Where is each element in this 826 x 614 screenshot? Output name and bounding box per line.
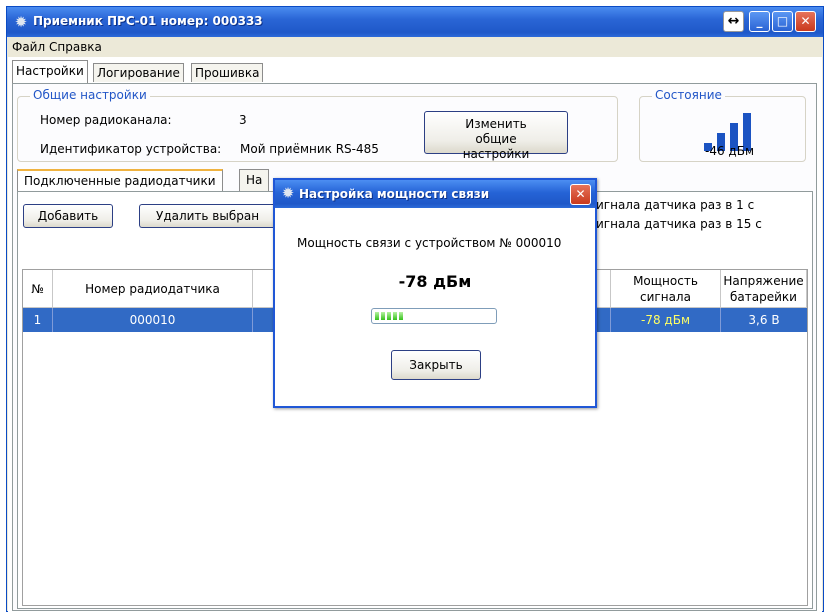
tab-connected-sensors[interactable]: Подключенные радиодатчики (17, 169, 223, 191)
tab-sensor-settings[interactable]: На (239, 169, 270, 191)
menu-help[interactable]: Справка (49, 40, 102, 54)
dialog-close-icon[interactable]: ✕ (570, 184, 591, 205)
power-progress-bar (371, 308, 497, 324)
window-title: Приемник ПРС-01 номер: 000333 (33, 14, 263, 28)
column-header-no[interactable]: № (23, 270, 53, 308)
tab-firmware[interactable]: Прошивка (191, 63, 264, 82)
gear-icon: ✹ (281, 184, 295, 202)
signal-value: -46 дБм (705, 144, 754, 158)
channel-value: 3 (239, 113, 247, 127)
progress-segment (387, 312, 391, 320)
delete-selected-button[interactable]: Удалить выбран (139, 204, 279, 228)
progress-segment (381, 312, 385, 320)
tab-settings[interactable]: Настройки (12, 60, 88, 83)
dialog-power-value: -78 дБм (398, 272, 472, 291)
status-group: Состояние -46 дБм (639, 88, 806, 162)
gear-icon: ✹ (14, 13, 28, 31)
channel-label: Номер радиоканала: (40, 113, 172, 127)
cell-sensor: 000010 (53, 308, 253, 332)
dialog-message: Мощность связи с устройством № 000010 (297, 236, 562, 250)
column-header-sensor[interactable]: Номер радиодатчика (53, 270, 253, 308)
progress-segment (375, 312, 379, 320)
maximize-button[interactable]: □ (772, 11, 793, 32)
status-title: Состояние (652, 88, 725, 102)
minimize-button[interactable]: _ (749, 11, 770, 32)
cell-no: 1 (23, 308, 53, 332)
menu-bar: Файл Справка (7, 37, 823, 57)
cell-battery: 3,6 В (721, 308, 807, 332)
add-button[interactable]: Добавить (23, 204, 113, 228)
title-bar[interactable]: ✹ Приемник ПРС-01 номер: 000333 ↔ _ □ ✕ (7, 7, 823, 37)
progress-segment (393, 312, 397, 320)
general-settings-title: Общие настройки (30, 88, 150, 102)
column-header-power[interactable]: Мощность сигнала (611, 270, 721, 308)
progress-segment (399, 312, 403, 320)
rate-1s-option[interactable]: игнала датчика раз в 1 с (596, 198, 754, 212)
close-button[interactable]: ✕ (795, 11, 816, 32)
dialog-title-bar[interactable]: ✹ Настройка мощности связи ✕ (275, 180, 595, 208)
power-dialog: ✹ Настройка мощности связи ✕ Мощность св… (273, 178, 597, 408)
rate-15s-option[interactable]: игнала датчика раз в 15 с (596, 217, 762, 231)
cell-power: -78 дБм (611, 308, 721, 332)
resize-button[interactable]: ↔ (723, 11, 744, 32)
change-settings-button[interactable]: Изменить общие настройки (424, 111, 568, 161)
column-header-battery[interactable]: Напряжение батарейки (721, 270, 807, 308)
close-dialog-button[interactable]: Закрыть (391, 350, 481, 380)
device-id-value: Мой приёмник RS-485 (240, 142, 379, 156)
general-settings-group: Общие настройки Номер радиоканала: 3 Иде… (17, 88, 618, 162)
menu-file[interactable]: Файл (12, 40, 45, 54)
tab-logging[interactable]: Логирование (93, 63, 184, 82)
device-id-label: Идентификатор устройства: (40, 142, 222, 156)
dialog-title: Настройка мощности связи (299, 187, 490, 201)
